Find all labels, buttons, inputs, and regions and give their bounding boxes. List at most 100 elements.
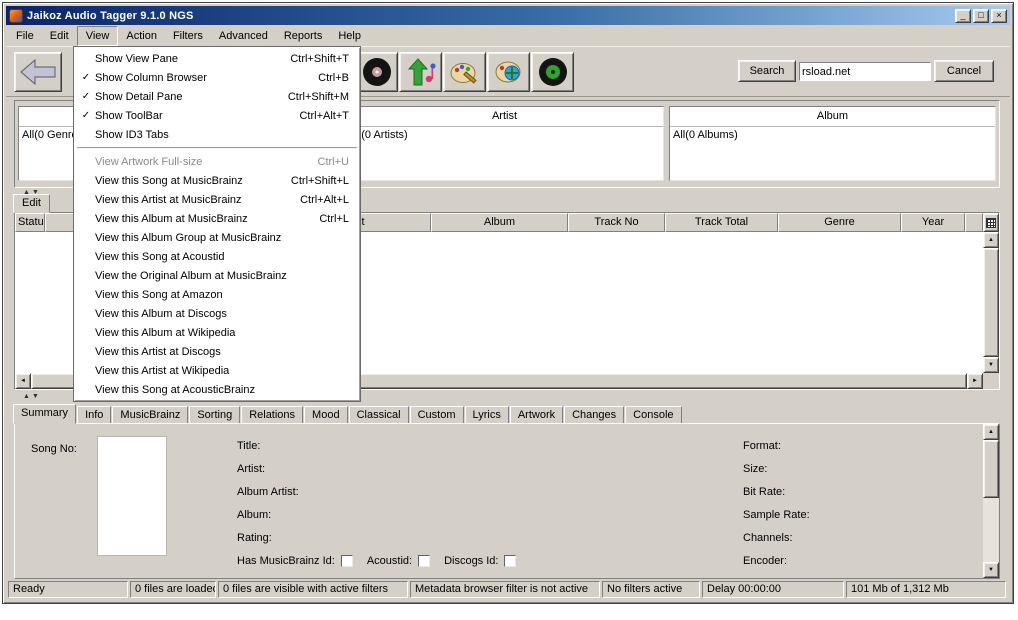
search-button[interactable]: Search [738,60,796,82]
summary-scroll-thumb[interactable] [983,440,999,498]
back-button[interactable] [14,52,62,92]
tab-summary[interactable]: Summary [13,404,77,424]
artist-label: Artist: [237,463,266,475]
tab-lyrics[interactable]: Lyrics [464,406,509,424]
splitter-collapse-up-icon[interactable]: ▲ [22,392,31,401]
close-button[interactable]: × [991,8,1007,23]
minimize-button[interactable]: _ [955,8,971,23]
menu-item-view-album-wikipedia[interactable]: View this Album at Wikipedia [75,323,359,342]
tab-changes[interactable]: Changes [564,406,625,424]
tab-classical[interactable]: Classical [348,406,409,424]
channels-label: Channels: [743,532,793,544]
song-no-label: Song No: [31,443,77,455]
scroll-up-icon[interactable]: ▲ [983,232,999,248]
menu-item-view-artist-musicbrainz[interactable]: View this Artist at MusicBrainz Ctrl+Alt… [75,190,359,209]
tab-artwork[interactable]: Artwork [509,406,564,424]
discogs-id-checkbox[interactable] [504,555,517,567]
artist-column-header: Artist [346,107,663,127]
album-artist-label: Album Artist: [237,486,299,498]
menu-item-show-toolbar[interactable]: ✓ Show ToolBar Ctrl+Alt+T [75,106,359,125]
column-header-track-total[interactable]: Track Total [665,213,778,232]
palette-pencil-icon [450,63,477,84]
menu-item-view-song-acousticbrainz[interactable]: View this Song at AcousticBrainz [75,380,359,399]
menu-item-view-artwork-full-size[interactable]: View Artwork Full-size Ctrl+U [75,152,359,171]
musicbrainz-id-checkbox[interactable] [340,555,353,567]
column-header-album[interactable]: Album [431,213,568,232]
vertical-scroll-thumb[interactable] [983,248,999,357]
autocorrect-arrow-notes-icon [407,58,436,86]
menu-item-view-album-musicbrainz[interactable]: View this Album at MusicBrainz Ctrl+L [75,209,359,228]
scroll-right-icon[interactable]: ► [967,373,983,389]
maximize-button[interactable]: □ [973,8,989,23]
menu-item-show-id3-tabs[interactable]: Show ID3 Tabs [75,125,359,144]
acoustid-checkbox[interactable] [418,555,431,567]
rating-label: Rating: [237,532,272,544]
scroll-down-icon[interactable]: ▼ [983,357,999,373]
column-header-filler [965,213,983,232]
musicbrainz-id-label: Has MusicBrainz Id: [237,555,335,567]
record-green-label-icon [538,58,567,86]
scroll-left-icon[interactable]: ◄ [15,373,31,389]
menu-file[interactable]: File [8,27,42,45]
menu-item-view-song-amazon[interactable]: View this Song at Amazon [75,285,359,304]
summary-scroll-track[interactable] [983,498,999,562]
column-header-genre[interactable]: Genre [778,213,901,232]
record-label-button[interactable] [531,52,574,92]
splitter-collapse-down-icon[interactable]: ▼ [31,392,40,401]
menu-item-show-view-pane[interactable]: Show View Pane Ctrl+Shift+T [75,49,359,68]
checkmark-icon: ✓ [81,72,91,83]
menu-item-view-artist-discogs[interactable]: View this Artist at Discogs [75,342,359,361]
tab-edit[interactable]: Edit [13,194,50,213]
menu-item-view-song-musicbrainz[interactable]: View this Song at MusicBrainz Ctrl+Shift… [75,171,359,190]
status-bar: Ready 0 files are loaded 0 files are vis… [6,580,1010,600]
album-list-item[interactable]: All(0 Albums) [670,127,995,143]
search-input[interactable] [799,62,931,81]
menu-action[interactable]: Action [118,27,165,45]
menu-edit[interactable]: Edit [42,27,77,45]
menu-help[interactable]: Help [330,27,369,45]
column-header-year[interactable]: Year [901,213,965,232]
menu-item-show-column-browser[interactable]: ✓ Show Column Browser Ctrl+B [75,68,359,87]
tab-custom[interactable]: Custom [409,406,464,424]
menu-bar: File Edit View Action Filters Advanced R… [6,25,1010,46]
app-window: Jaikoz Audio Tagger 9.1.0 NGS _ □ × File… [2,2,1014,604]
scroll-down-icon[interactable]: ▼ [983,562,999,578]
artwork-palette-button[interactable] [487,52,530,92]
discogs-id-label: Discogs Id: [444,555,499,567]
tab-sorting[interactable]: Sorting [189,406,241,424]
tab-mood[interactable]: Mood [304,406,348,424]
cancel-button[interactable]: Cancel [934,60,994,82]
format-label: Format: [743,440,781,452]
menu-item-view-album-group-musicbrainz[interactable]: View this Album Group at MusicBrainz [75,228,359,247]
menu-filters[interactable]: Filters [165,27,211,45]
view-menu-dropdown: Show View Pane Ctrl+Shift+T ✓ Show Colum… [73,46,361,402]
artist-list-item[interactable]: All(0 Artists) [346,127,663,143]
scroll-up-icon[interactable]: ▲ [983,424,999,440]
autocorrect-button[interactable] [399,52,442,92]
summary-vertical-scrollbar: ▲ ▼ [983,424,999,578]
edit-palette-button[interactable] [443,52,486,92]
vinyl-record-button[interactable] [355,52,398,92]
tab-musicbrainz[interactable]: MusicBrainz [112,406,189,424]
menu-reports[interactable]: Reports [276,27,331,45]
menu-item-view-song-acoustid[interactable]: View this Song at Acoustid [75,247,359,266]
menu-item-show-detail-pane[interactable]: ✓ Show Detail Pane Ctrl+Shift+M [75,87,359,106]
title-bar[interactable]: Jaikoz Audio Tagger 9.1.0 NGS _ □ × [6,6,1010,25]
menu-view[interactable]: View [76,25,119,46]
menu-item-view-artist-wikipedia[interactable]: View this Artist at Wikipedia [75,361,359,380]
menu-item-view-album-discogs[interactable]: View this Album at Discogs [75,304,359,323]
status-files-visible: 0 files are visible with active filters [218,581,408,598]
tab-info[interactable]: Info [77,406,112,424]
menu-advanced[interactable]: Advanced [211,27,276,45]
menu-item-view-original-album-musicbrainz[interactable]: View the Original Album at MusicBrainz [75,266,359,285]
checkmark-icon: ✓ [81,91,91,102]
column-chooser-button[interactable] [983,213,999,232]
column-header-status[interactable]: Status [15,213,45,232]
detail-tab-bar: Summary Info MusicBrainz Sorting Relatio… [13,404,1005,424]
tab-relations[interactable]: Relations [241,406,304,424]
checkmark-icon: ✓ [81,110,91,121]
album-column[interactable]: Album All(0 Albums) [669,106,996,181]
column-header-track-no[interactable]: Track No [568,213,665,232]
artist-column[interactable]: Artist All(0 Artists) [345,106,664,181]
tab-console[interactable]: Console [625,406,682,424]
